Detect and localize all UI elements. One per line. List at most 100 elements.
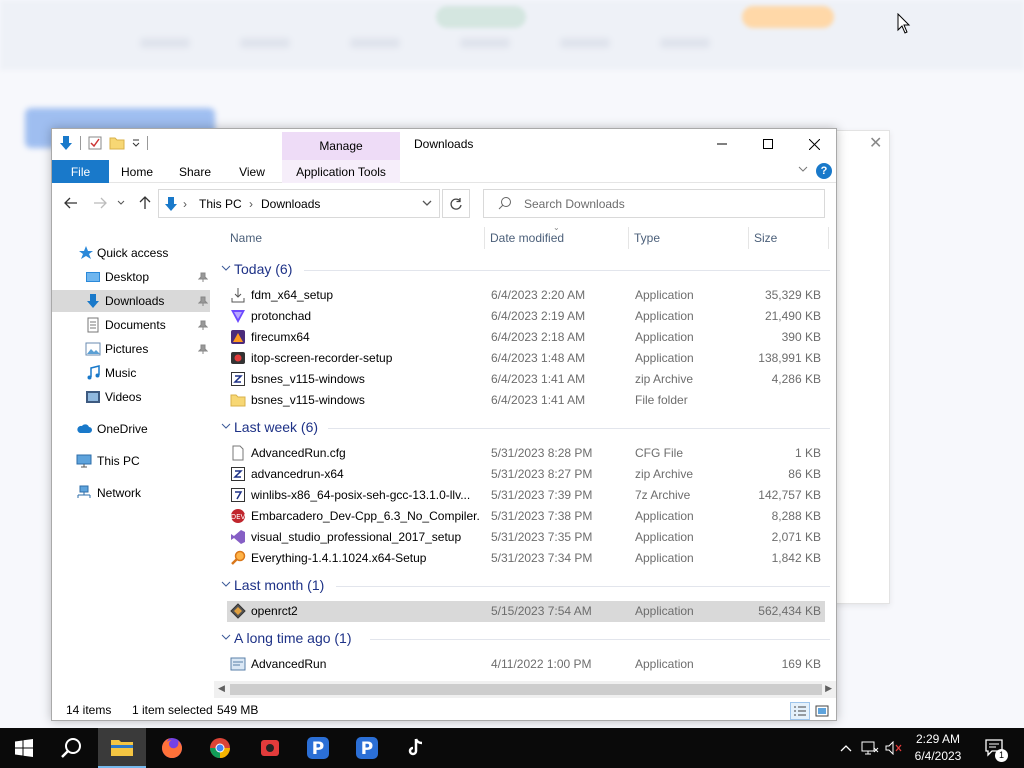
- column-divider[interactable]: [484, 227, 485, 249]
- manage-context-tab[interactable]: Manage: [282, 132, 400, 160]
- column-divider[interactable]: [828, 227, 829, 249]
- search-button[interactable]: [48, 728, 96, 768]
- proton-icon: [231, 310, 245, 323]
- address-bar[interactable]: › This PC › Downloads: [158, 189, 440, 218]
- tab-application-tools[interactable]: Application Tools: [282, 160, 400, 183]
- file-row[interactable]: AdvancedRun.cfg 5/31/2023 8:28 PM CFG Fi…: [227, 443, 825, 464]
- action-center-button[interactable]: 1: [980, 728, 1010, 768]
- file-row-selected[interactable]: openrct2 5/15/2023 7:54 AM Application 5…: [227, 601, 825, 622]
- column-header-name[interactable]: Name: [230, 231, 262, 245]
- chevron-down-icon[interactable]: [131, 138, 141, 148]
- file-date: 6/4/2023 1:41 AM: [491, 393, 586, 407]
- tab-file[interactable]: File: [52, 160, 109, 183]
- breadcrumb-this-pc[interactable]: This PC: [199, 197, 242, 211]
- file-row[interactable]: AdvancedRun 4/11/2022 1:00 PM Applicatio…: [227, 654, 825, 675]
- maximize-button[interactable]: [745, 129, 791, 159]
- up-button[interactable]: [134, 192, 156, 214]
- column-divider[interactable]: [748, 227, 749, 249]
- nav-item-this-pc[interactable]: This PC: [52, 450, 210, 472]
- show-hidden-icons-button[interactable]: [838, 728, 854, 768]
- back-button[interactable]: [60, 192, 82, 214]
- nav-item-onedrive[interactable]: OneDrive: [52, 418, 210, 440]
- chevron-down-icon[interactable]: [421, 197, 433, 209]
- pin-icon[interactable]: [197, 343, 209, 357]
- search-placeholder: Search Downloads: [524, 197, 625, 211]
- tiktok-icon: [408, 738, 423, 756]
- file-row[interactable]: bsnes_v115-windows 6/4/2023 1:41 AM File…: [227, 390, 825, 411]
- pin-icon[interactable]: [197, 319, 209, 333]
- minimize-button[interactable]: [699, 129, 745, 159]
- scrollbar-thumb[interactable]: [230, 684, 822, 695]
- taskbar-app-p-2[interactable]: P: [343, 728, 391, 768]
- file-row[interactable]: bsnes_v115-windows 6/4/2023 1:41 AM zip …: [227, 369, 825, 390]
- file-type: Application: [635, 330, 694, 344]
- nav-item-quick-access[interactable]: Quick access: [52, 242, 210, 264]
- file-date: 5/31/2023 7:39 PM: [491, 488, 593, 502]
- taskbar-app-p[interactable]: P: [294, 728, 342, 768]
- help-icon[interactable]: ?: [816, 163, 832, 179]
- new-folder-icon[interactable]: [109, 135, 125, 151]
- file-row[interactable]: itop-screen-recorder-setup 6/4/2023 1:48…: [227, 348, 825, 369]
- column-header-type[interactable]: Type: [634, 231, 660, 245]
- tab-share[interactable]: Share: [170, 160, 220, 183]
- column-header-date[interactable]: Date modified: [490, 231, 564, 245]
- group-header-long-time-ago[interactable]: A long time ago (1): [218, 628, 830, 650]
- column-divider[interactable]: [628, 227, 629, 249]
- file-row[interactable]: winlibs-x86_64-posix-seh-gcc-13.1.0-llv.…: [227, 485, 825, 506]
- nav-item-pictures[interactable]: Pictures: [52, 338, 210, 360]
- forward-button[interactable]: [89, 192, 111, 214]
- chevron-down-icon[interactable]: [798, 164, 808, 174]
- refresh-button[interactable]: [442, 189, 470, 218]
- clock-date: 6/4/2023: [914, 749, 962, 763]
- taskbar-screen-recorder[interactable]: [246, 728, 294, 768]
- properties-icon[interactable]: [87, 135, 103, 151]
- network-tray-button[interactable]: [860, 728, 880, 768]
- nav-item-videos[interactable]: Videos: [52, 386, 210, 408]
- column-headers: Name ⌄ Date modified Type Size: [218, 223, 830, 251]
- pin-icon[interactable]: [197, 271, 209, 285]
- taskbar-file-explorer[interactable]: [98, 728, 146, 768]
- file-row[interactable]: protonchad 6/4/2023 2:19 AM Application …: [227, 306, 825, 327]
- close-icon[interactable]: ✕: [869, 133, 882, 153]
- breadcrumb-downloads[interactable]: Downloads: [261, 197, 320, 211]
- taskbar-firefox[interactable]: [148, 728, 196, 768]
- pin-icon[interactable]: [197, 295, 209, 309]
- scroll-left-icon[interactable]: ◀: [218, 683, 225, 694]
- details-view-button[interactable]: [790, 702, 810, 720]
- nav-item-desktop[interactable]: Desktop: [52, 266, 210, 288]
- taskbar-tiktok[interactable]: [392, 728, 440, 768]
- column-header-size[interactable]: Size: [754, 231, 777, 245]
- recent-locations-button[interactable]: [114, 192, 128, 214]
- minimize-icon: [717, 143, 727, 145]
- download-arrow-icon[interactable]: [58, 135, 74, 151]
- tab-view[interactable]: View: [230, 160, 274, 183]
- group-header-today[interactable]: Today (6): [218, 259, 830, 281]
- large-icons-view-button[interactable]: [812, 702, 832, 720]
- nav-item-documents[interactable]: Documents: [52, 314, 210, 336]
- file-row[interactable]: visual_studio_professional_2017_setup 5/…: [227, 527, 825, 548]
- file-row[interactable]: DEV Embarcadero_Dev-Cpp_6.3_No_Compiler.…: [227, 506, 825, 527]
- taskbar-clock[interactable]: 2:29 AM 6/4/2023: [905, 731, 971, 765]
- tab-home[interactable]: Home: [114, 160, 160, 183]
- volume-tray-button[interactable]: [884, 728, 904, 768]
- chevron-up-icon: [840, 745, 852, 752]
- horizontal-scrollbar[interactable]: ◀ ▶: [214, 681, 836, 698]
- start-button[interactable]: [0, 728, 48, 768]
- file-row[interactable]: Everything-1.4.1.1024.x64-Setup 5/31/202…: [227, 548, 825, 569]
- close-button[interactable]: [791, 129, 837, 159]
- file-size: 562,434 KB: [758, 604, 821, 618]
- taskbar-chrome[interactable]: [196, 728, 244, 768]
- group-label: Today (6): [234, 261, 293, 277]
- file-date: 6/4/2023 2:20 AM: [491, 288, 586, 302]
- group-header-last-month[interactable]: Last month (1): [218, 575, 830, 597]
- nav-item-downloads[interactable]: Downloads: [52, 290, 210, 312]
- nav-item-network[interactable]: Network: [52, 482, 210, 504]
- search-box[interactable]: Search Downloads: [483, 189, 825, 218]
- nav-item-music[interactable]: Music: [52, 362, 210, 384]
- scroll-right-icon[interactable]: ▶: [825, 683, 832, 694]
- file-row[interactable]: fdm_x64_setup 6/4/2023 2:20 AM Applicati…: [227, 285, 825, 306]
- file-type: Application: [635, 509, 694, 523]
- file-row[interactable]: advancedrun-x64 5/31/2023 8:27 PM zip Ar…: [227, 464, 825, 485]
- file-row[interactable]: firecumx64 6/4/2023 2:18 AM Application …: [227, 327, 825, 348]
- group-header-last-week[interactable]: Last week (6): [218, 417, 830, 439]
